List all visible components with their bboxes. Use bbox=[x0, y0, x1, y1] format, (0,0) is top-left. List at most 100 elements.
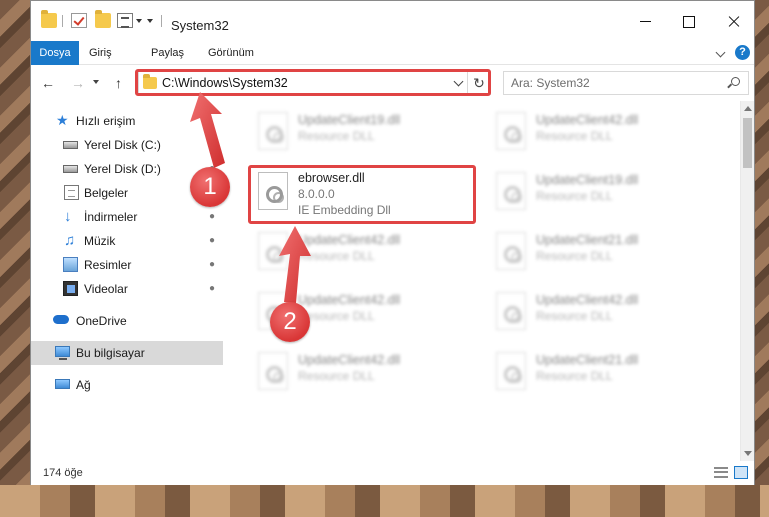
folder-icon bbox=[41, 10, 57, 28]
navigation-pane: ★ Hızlı erişim Yerel Disk (C:) ● Yerel D… bbox=[31, 101, 223, 461]
file-type: Resource DLL bbox=[298, 369, 375, 383]
file-highlight-box bbox=[248, 165, 476, 224]
file-tile[interactable]: UpdateClient19.dll Resource DLL bbox=[490, 165, 720, 217]
sidebar-item-label: Bu bilgisayar bbox=[76, 346, 145, 360]
dll-file-icon bbox=[496, 112, 526, 150]
dll-file-icon bbox=[258, 352, 288, 390]
toolbar-separator bbox=[62, 15, 63, 27]
sidebar-item-videos[interactable]: Videolar ● bbox=[31, 277, 223, 301]
scroll-down-arrow-icon[interactable] bbox=[744, 451, 752, 456]
recent-locations-chevron-icon[interactable] bbox=[93, 80, 99, 84]
address-highlight-box bbox=[135, 69, 491, 96]
search-icon[interactable] bbox=[731, 77, 740, 86]
disk-icon bbox=[63, 141, 78, 149]
step-2-badge: 2 bbox=[270, 302, 310, 342]
sidebar-item-label: Müzik bbox=[84, 234, 116, 248]
file-name: UpdateClient19.dll bbox=[298, 113, 401, 127]
file-name: UpdateClient42.dll bbox=[298, 293, 401, 307]
sidebar-item-downloads[interactable]: ↓ İndirmeler ● bbox=[31, 205, 223, 229]
ribbon-tabs: Dosya Giriş Paylaş Görünüm ? bbox=[31, 41, 754, 65]
tab-home[interactable]: Giriş bbox=[89, 41, 112, 65]
close-button[interactable] bbox=[723, 11, 745, 31]
details-view-icon[interactable] bbox=[714, 467, 728, 478]
file-tile[interactable]: UpdateClient42.dll Resource DLL bbox=[490, 285, 720, 337]
document-icon bbox=[64, 185, 79, 200]
sidebar-item-label: Yerel Disk (C:) bbox=[84, 138, 161, 152]
sidebar-item-quick-access[interactable]: ★ Hızlı erişim bbox=[31, 109, 223, 133]
item-count: 174 öğe bbox=[43, 467, 83, 479]
properties-check-icon[interactable] bbox=[71, 13, 87, 28]
customize-toolbar-chevron-icon[interactable] bbox=[147, 19, 153, 23]
sidebar-item-music[interactable]: ♫ Müzik ● bbox=[31, 229, 223, 253]
pin-icon[interactable]: ● bbox=[209, 283, 217, 294]
pin-icon[interactable]: ● bbox=[209, 235, 217, 246]
download-icon: ↓ bbox=[64, 208, 72, 225]
step-1-badge: 1 bbox=[190, 167, 230, 207]
sidebar-item-onedrive[interactable]: OneDrive bbox=[31, 309, 223, 333]
vertical-scrollbar[interactable] bbox=[740, 101, 754, 461]
network-icon bbox=[55, 379, 70, 389]
computer-icon bbox=[55, 346, 70, 360]
dll-file-icon bbox=[496, 352, 526, 390]
tab-share[interactable]: Paylaş bbox=[151, 41, 184, 65]
back-arrow-icon[interactable]: ← bbox=[41, 76, 55, 90]
expand-ribbon-chevron-icon[interactable] bbox=[715, 47, 726, 58]
sidebar-item-label: İndirmeler bbox=[84, 210, 138, 224]
file-name: UpdateClient21.dll bbox=[536, 353, 639, 367]
file-name: UpdateClient42.dll bbox=[298, 353, 401, 367]
up-arrow-icon[interactable]: ↑ bbox=[115, 76, 122, 90]
background-bottom bbox=[0, 485, 769, 517]
new-folder-icon[interactable] bbox=[95, 10, 111, 28]
quick-access-toolbar-icon[interactable] bbox=[117, 13, 133, 28]
file-name: UpdateClient42.dll bbox=[298, 233, 401, 247]
maximize-button[interactable] bbox=[678, 11, 700, 31]
pin-icon[interactable]: ● bbox=[209, 211, 217, 222]
videos-icon bbox=[63, 281, 78, 296]
large-icons-view-icon[interactable] bbox=[734, 466, 748, 479]
minimize-button[interactable] bbox=[635, 11, 657, 31]
chevron-down-icon[interactable] bbox=[136, 19, 142, 23]
file-tile[interactable]: UpdateClient19.dll Resource DLL bbox=[252, 105, 482, 157]
file-tile[interactable]: UpdateClient42.dll Resource DLL bbox=[252, 345, 482, 397]
pin-icon[interactable]: ● bbox=[209, 139, 217, 150]
window-title: System32 bbox=[171, 18, 229, 33]
sidebar-item-label: Videolar bbox=[84, 282, 128, 296]
background-right bbox=[755, 0, 769, 517]
file-type: Resource DLL bbox=[536, 249, 613, 263]
file-name: UpdateClient19.dll bbox=[536, 173, 639, 187]
file-type: Resource DLL bbox=[536, 369, 613, 383]
tab-file[interactable]: Dosya bbox=[31, 41, 79, 65]
help-icon[interactable]: ? bbox=[735, 45, 750, 60]
background-left bbox=[0, 0, 30, 517]
sidebar-item-label: Belgeler bbox=[84, 186, 129, 200]
dll-file-icon bbox=[496, 172, 526, 210]
file-name: UpdateClient42.dll bbox=[536, 293, 639, 307]
tab-view[interactable]: Görünüm bbox=[208, 41, 254, 65]
file-name: UpdateClient21.dll bbox=[536, 233, 639, 247]
file-tile[interactable]: UpdateClient42.dll Resource DLL bbox=[252, 225, 482, 277]
file-type: Resource DLL bbox=[536, 129, 613, 143]
sidebar-item-local-disk-c[interactable]: Yerel Disk (C:) ● bbox=[31, 133, 223, 157]
search-input[interactable] bbox=[504, 72, 722, 94]
file-tile[interactable]: UpdateClient42.dll Resource DLL bbox=[490, 105, 720, 157]
scroll-up-arrow-icon[interactable] bbox=[744, 106, 752, 111]
file-name: UpdateClient42.dll bbox=[536, 113, 639, 127]
star-icon: ★ bbox=[56, 112, 69, 128]
sidebar-item-label: OneDrive bbox=[76, 314, 127, 328]
search-box[interactable] bbox=[503, 71, 749, 95]
sidebar-item-label: Ağ bbox=[76, 378, 91, 392]
sidebar-item-this-pc[interactable]: Bu bilgisayar bbox=[31, 341, 223, 365]
sidebar-item-pictures[interactable]: Resimler ● bbox=[31, 253, 223, 277]
toolbar-separator bbox=[161, 15, 162, 27]
onedrive-cloud-icon bbox=[53, 315, 69, 324]
sidebar-item-network[interactable]: Ağ bbox=[31, 373, 223, 397]
status-bar: 174 öğe bbox=[31, 461, 754, 485]
forward-arrow-icon[interactable]: → bbox=[71, 76, 85, 90]
music-icon: ♫ bbox=[64, 232, 76, 249]
file-list: UpdateClient19.dll Resource DLL ebrowser… bbox=[224, 101, 742, 461]
dll-file-icon bbox=[496, 292, 526, 330]
scroll-thumb[interactable] bbox=[743, 118, 752, 168]
file-tile[interactable]: UpdateClient21.dll Resource DLL bbox=[490, 225, 720, 277]
pin-icon[interactable]: ● bbox=[209, 259, 217, 270]
file-tile[interactable]: UpdateClient21.dll Resource DLL bbox=[490, 345, 720, 397]
